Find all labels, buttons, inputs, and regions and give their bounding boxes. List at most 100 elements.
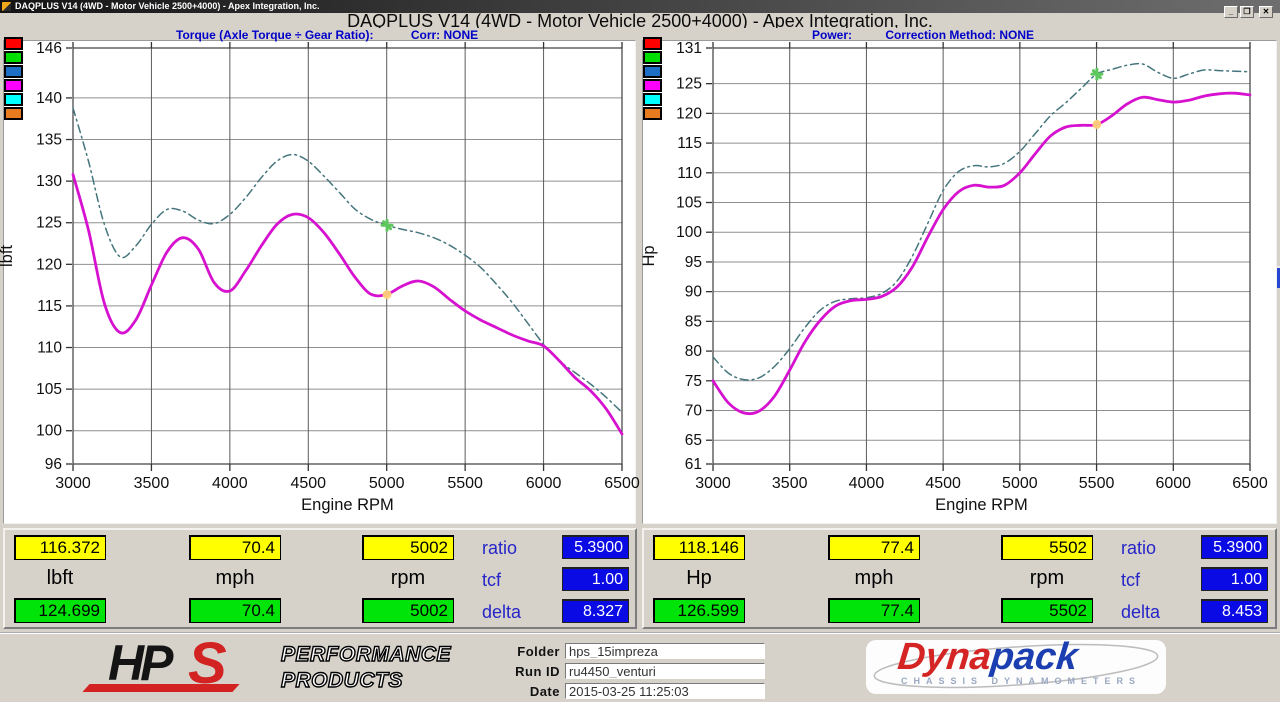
svg-text:3000: 3000 xyxy=(695,475,731,492)
torque-chart-header: Torque (Axle Torque ÷ Gear Ratio): Corr:… xyxy=(176,28,478,42)
torque-reference-value: 124.699 xyxy=(14,598,106,623)
run-id-field-row: Run ID xyxy=(498,663,765,679)
svg-text:Hp: Hp xyxy=(640,245,658,266)
delta-value: 8.453 xyxy=(1201,599,1268,623)
legend-swatch xyxy=(643,65,662,78)
power-legend xyxy=(643,37,662,121)
dynapack-subtitle: CHASSIS DYNAMOMETERS xyxy=(886,676,1156,686)
hps-tagline-line1: PERFORMANCE xyxy=(281,642,451,668)
footer-bar: HP S PERFORMANCE PRODUCTS Folder Run ID … xyxy=(0,632,1280,702)
svg-text:5500: 5500 xyxy=(1079,475,1115,492)
app-window: DAQPLUS V14 (4WD - Motor Vehicle 2500+40… xyxy=(0,0,1280,702)
svg-text:Engine RPM: Engine RPM xyxy=(935,496,1028,514)
power-corr-label: Correction Method: NONE xyxy=(885,28,1034,42)
current-cursor-marker xyxy=(1092,120,1101,129)
svg-text:85: 85 xyxy=(685,313,702,330)
date-field-row: Date xyxy=(498,683,765,699)
hps-logo: HP S PERFORMANCE PRODUCTS xyxy=(76,642,441,700)
rpm-cursor-value: 5502 xyxy=(1001,535,1093,560)
svg-text:61: 61 xyxy=(685,456,702,473)
ratio-value: 5.3900 xyxy=(1201,535,1268,559)
delta-label: delta xyxy=(1121,602,1160,623)
legend-swatch xyxy=(643,93,662,106)
speed-cursor-value: 70.4 xyxy=(189,535,281,560)
legend-swatch xyxy=(643,37,662,50)
date-input[interactable] xyxy=(565,683,765,699)
reference-cursor-marker xyxy=(1092,69,1102,79)
torque-cursor-value: 116.372 xyxy=(14,535,106,560)
speed-reference-value: 77.4 xyxy=(828,598,920,623)
tcf-value: 1.00 xyxy=(562,567,629,591)
torque-header-label: Torque (Axle Torque ÷ Gear Ratio): xyxy=(176,28,374,42)
legend-swatch xyxy=(643,107,662,120)
svg-text:65: 65 xyxy=(685,432,702,449)
legend-swatch xyxy=(643,79,662,92)
dynapack-pack: pack xyxy=(989,636,1080,678)
ratio-value: 5.3900 xyxy=(562,535,629,559)
legend-swatch xyxy=(4,65,23,78)
legend-swatch xyxy=(4,107,23,120)
restore-button[interactable]: ❐ xyxy=(1240,6,1254,18)
rpm-reference-value: 5502 xyxy=(1001,598,1093,623)
speed-unit-label: mph xyxy=(828,567,920,590)
minimize-button[interactable]: _ xyxy=(1224,6,1238,18)
delta-label: delta xyxy=(482,602,521,623)
legend-swatch xyxy=(4,51,23,64)
window-controls: _ ❐ ✕ xyxy=(1224,6,1273,18)
app-icon xyxy=(2,2,11,11)
power-reference-value: 126.599 xyxy=(653,598,745,623)
rpm-unit-label: rpm xyxy=(362,567,454,590)
svg-text:90: 90 xyxy=(685,284,703,301)
hps-logo-s: S xyxy=(188,630,227,697)
speed-unit-label: mph xyxy=(189,567,281,590)
tcf-label: tcf xyxy=(1121,570,1140,591)
legend-swatch xyxy=(643,51,662,64)
ratio-label: ratio xyxy=(1121,538,1156,559)
torque-corr-label: Corr: NONE xyxy=(411,28,478,42)
power-chart-header: Power: Correction Method: NONE xyxy=(812,28,1034,42)
folder-field-row: Folder xyxy=(498,643,765,659)
run-id-input[interactable] xyxy=(565,663,765,679)
power-unit-label: Hp xyxy=(653,567,745,590)
power-cursor-value: 118.146 xyxy=(653,535,745,560)
folder-input[interactable] xyxy=(565,643,765,659)
svg-text:100: 100 xyxy=(676,224,702,241)
power-chart[interactable]: 1311251201151101051009590858075706561300… xyxy=(0,0,1280,524)
titlebar: DAQPLUS V14 (4WD - Motor Vehicle 2500+40… xyxy=(0,0,1280,13)
dynapack-dyna: Dyna xyxy=(896,636,993,678)
power-header-label: Power: xyxy=(812,28,852,42)
torque-readout-panel: 116.372 70.4 5002 lbft mph rpm 124.699 7… xyxy=(3,528,637,629)
power-readout-panel: 118.146 77.4 5502 Hp mph rpm 126.599 77.… xyxy=(642,528,1277,629)
svg-text:3500: 3500 xyxy=(772,475,808,492)
svg-text:4500: 4500 xyxy=(925,475,961,492)
legend-swatch xyxy=(4,93,23,106)
delta-value: 8.327 xyxy=(562,599,629,623)
ratio-label: ratio xyxy=(482,538,517,559)
torque-legend xyxy=(4,37,23,121)
date-label: Date xyxy=(498,684,560,699)
svg-text:6000: 6000 xyxy=(1155,475,1191,492)
svg-text:75: 75 xyxy=(685,373,702,390)
dynapack-logo: Dynapack CHASSIS DYNAMOMETERS xyxy=(866,640,1166,694)
legend-swatch xyxy=(4,79,23,92)
svg-text:120: 120 xyxy=(676,105,702,122)
svg-text:115: 115 xyxy=(677,135,702,152)
current-run-curve xyxy=(713,93,1250,414)
close-button[interactable]: ✕ xyxy=(1259,6,1273,18)
svg-text:70: 70 xyxy=(685,403,703,420)
svg-text:95: 95 xyxy=(685,254,702,271)
hps-logo-hp: HP xyxy=(108,634,169,692)
run-id-label: Run ID xyxy=(498,664,560,679)
tcf-label: tcf xyxy=(482,570,501,591)
tcf-value: 1.00 xyxy=(1201,567,1268,591)
rpm-unit-label: rpm xyxy=(1001,567,1093,590)
folder-label: Folder xyxy=(498,644,560,659)
titlebar-text: DAQPLUS V14 (4WD - Motor Vehicle 2500+40… xyxy=(15,1,320,11)
svg-text:80: 80 xyxy=(685,343,703,360)
svg-text:4000: 4000 xyxy=(849,475,885,492)
svg-text:6500: 6500 xyxy=(1232,475,1268,492)
hps-tagline-line2: PRODUCTS xyxy=(281,668,451,694)
rpm-cursor-value: 5002 xyxy=(362,535,454,560)
legend-swatch xyxy=(4,37,23,50)
svg-text:5000: 5000 xyxy=(1002,475,1038,492)
